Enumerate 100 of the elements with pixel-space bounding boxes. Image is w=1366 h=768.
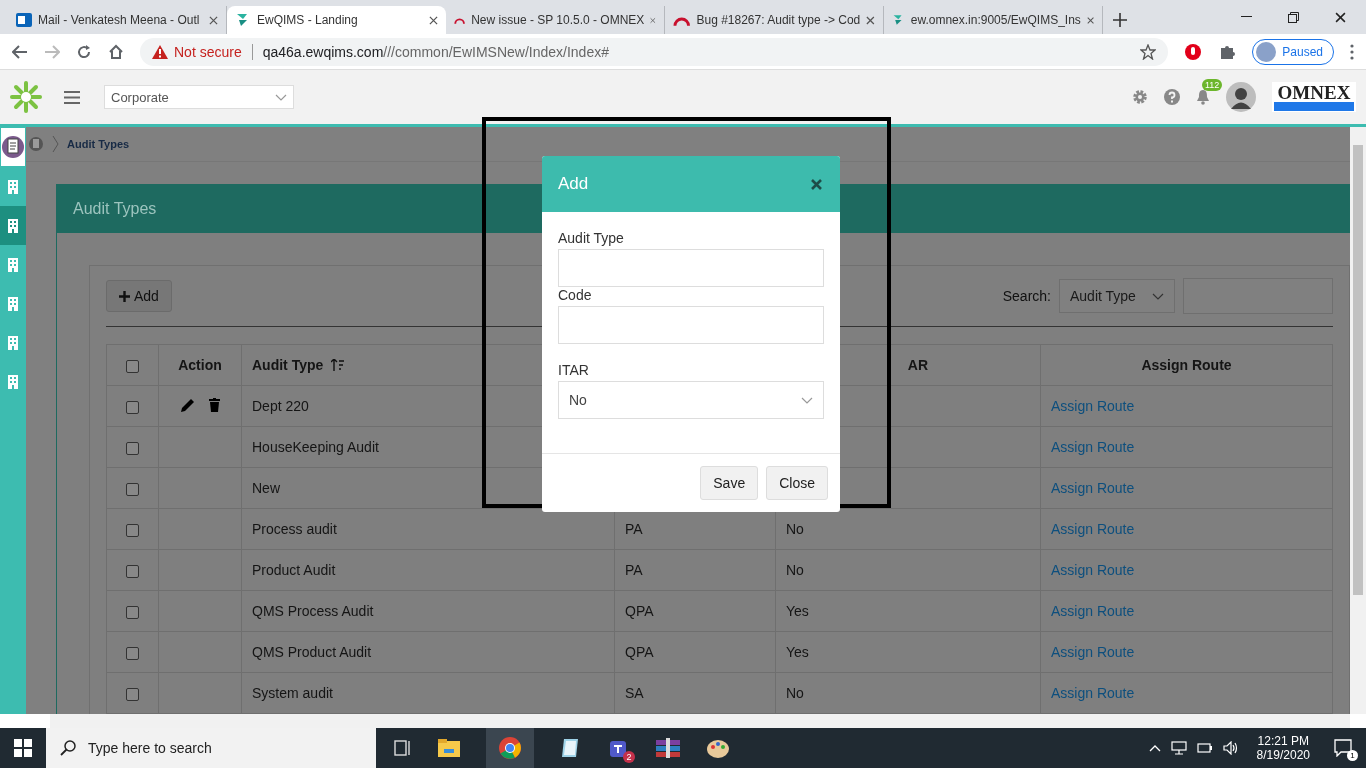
itar-dropdown[interactable]: No xyxy=(558,381,824,419)
security-label: Not secure xyxy=(174,43,242,60)
company-logo: OMNEX xyxy=(1272,82,1356,112)
column-header[interactable]: Assign Route xyxy=(1040,344,1333,386)
table-cell: No xyxy=(775,672,1041,714)
restore-icon[interactable] xyxy=(1288,11,1299,23)
avatar-icon xyxy=(1256,41,1277,62)
close-icon[interactable] xyxy=(429,15,438,25)
panel-title: Audit Types xyxy=(73,200,157,218)
building-icon xyxy=(7,374,19,389)
notification-badge: 112 xyxy=(1202,79,1223,91)
table-cell: System audit xyxy=(241,672,615,714)
notification-count: 1 xyxy=(1347,750,1358,761)
chevron-down-icon xyxy=(1152,292,1164,300)
help-icon[interactable] xyxy=(1164,89,1180,105)
column-title: Audit Type xyxy=(252,357,324,373)
close-icon[interactable] xyxy=(209,15,218,25)
warning-icon xyxy=(152,44,168,59)
field-label: Audit Type xyxy=(558,230,625,246)
sidebar-item[interactable] xyxy=(0,127,26,167)
mail-icon xyxy=(16,12,32,28)
scrollbar[interactable] xyxy=(1350,127,1366,714)
row-checkbox[interactable] xyxy=(126,605,139,619)
building-icon xyxy=(7,296,19,311)
plus-icon xyxy=(119,290,130,302)
table-cell: Yes xyxy=(775,590,1041,632)
org-dropdown[interactable]: Corporate xyxy=(104,85,294,109)
new-tab-icon[interactable] xyxy=(1113,13,1127,27)
building-icon xyxy=(7,179,19,194)
trash-icon[interactable] xyxy=(208,397,220,412)
row-checkbox[interactable] xyxy=(126,646,139,660)
url-text: qa46a.ewqims.com///common/EwIMSNew/Index/Index# xyxy=(262,43,610,60)
row-checkbox[interactable] xyxy=(126,400,139,414)
clock[interactable]: 12:21 PM 8/19/2020 xyxy=(1256,734,1310,762)
table-cell: QPA xyxy=(614,631,776,673)
back-icon[interactable] xyxy=(12,44,28,59)
minimize-icon[interactable] xyxy=(1241,16,1252,18)
table-cell: QMS Product Audit xyxy=(241,631,615,673)
network-icon[interactable] xyxy=(1170,741,1187,755)
field-label: Code xyxy=(558,287,593,303)
table-cell: PA xyxy=(614,549,776,591)
dialog-title: Add xyxy=(558,174,589,194)
document-icon xyxy=(1,135,25,159)
home-icon[interactable] xyxy=(108,43,124,60)
search-column-dropdown[interactable]: Audit Type xyxy=(1059,279,1175,313)
date-text: 8/19/2020 xyxy=(1256,748,1310,762)
table-cell: Product Audit xyxy=(241,549,615,591)
building-icon xyxy=(7,257,19,272)
folder-icon[interactable] xyxy=(438,739,460,757)
search-icon xyxy=(60,740,76,756)
row-checkbox[interactable] xyxy=(126,523,139,537)
windows-start-icon[interactable] xyxy=(14,739,32,757)
menu-icon[interactable] xyxy=(64,90,80,104)
menu-icon[interactable] xyxy=(1350,43,1354,60)
speaker-icon[interactable] xyxy=(1222,741,1239,755)
building-icon xyxy=(7,335,19,350)
browser-tab[interactable]: EwQIMS - Landing xyxy=(227,6,446,34)
user-avatar-icon[interactable] xyxy=(1226,82,1256,112)
address-field[interactable]: Not secure qa46a.ewqims.com///common/EwIMSNew/Index/Index# xyxy=(140,37,1169,66)
chevron-down-icon xyxy=(801,396,813,404)
books-icon[interactable] xyxy=(656,738,680,758)
input-field[interactable] xyxy=(558,306,824,344)
building-icon xyxy=(7,218,19,233)
close-icon[interactable] xyxy=(866,15,875,25)
battery-icon[interactable] xyxy=(1196,742,1213,754)
dialog-button[interactable]: Save xyxy=(700,466,759,500)
add-button[interactable]: Add xyxy=(106,280,172,312)
reload-icon[interactable] xyxy=(76,43,92,60)
chevron-right-icon xyxy=(52,135,59,153)
teams-badge: 2 xyxy=(623,751,635,763)
row-checkbox[interactable] xyxy=(126,687,139,701)
breadcrumb-item[interactable]: Audit Types xyxy=(67,138,130,150)
row-checkbox[interactable] xyxy=(126,482,139,496)
palette-icon[interactable] xyxy=(706,737,730,759)
sidebar-item[interactable] xyxy=(0,206,26,245)
sort-icon[interactable] xyxy=(331,359,345,371)
row-checkbox[interactable] xyxy=(126,564,139,578)
bookmark-star-icon[interactable] xyxy=(1140,43,1157,60)
stop-sign-icon[interactable] xyxy=(1184,42,1203,61)
column-header[interactable]: Action xyxy=(158,344,242,386)
chevron-down-icon xyxy=(275,93,287,101)
field-label: ITAR xyxy=(558,362,590,378)
select-all-checkbox[interactable] xyxy=(126,359,139,373)
table-cell: Yes xyxy=(775,631,1041,673)
chevron-up-icon[interactable] xyxy=(1148,744,1161,752)
table-cell: SA xyxy=(614,672,776,714)
bell-icon[interactable] xyxy=(1196,89,1210,105)
notification-icon[interactable] xyxy=(1334,739,1352,757)
chrome-icon[interactable] xyxy=(499,737,521,759)
task-view-icon[interactable] xyxy=(394,740,412,756)
dialog-button[interactable]: Close xyxy=(766,466,828,500)
settings-icon[interactable] xyxy=(1132,89,1148,105)
close-icon[interactable] xyxy=(1335,11,1346,23)
row-checkbox[interactable] xyxy=(126,441,139,455)
time-text: 12:21 PM xyxy=(1257,734,1309,748)
pencil-icon[interactable] xyxy=(180,397,195,412)
scrollbar[interactable] xyxy=(50,714,1350,728)
taskbar-search-field[interactable]: Type here to search xyxy=(46,728,376,768)
input-field[interactable] xyxy=(558,249,824,287)
table-cell: QMS Process Audit xyxy=(241,590,615,632)
